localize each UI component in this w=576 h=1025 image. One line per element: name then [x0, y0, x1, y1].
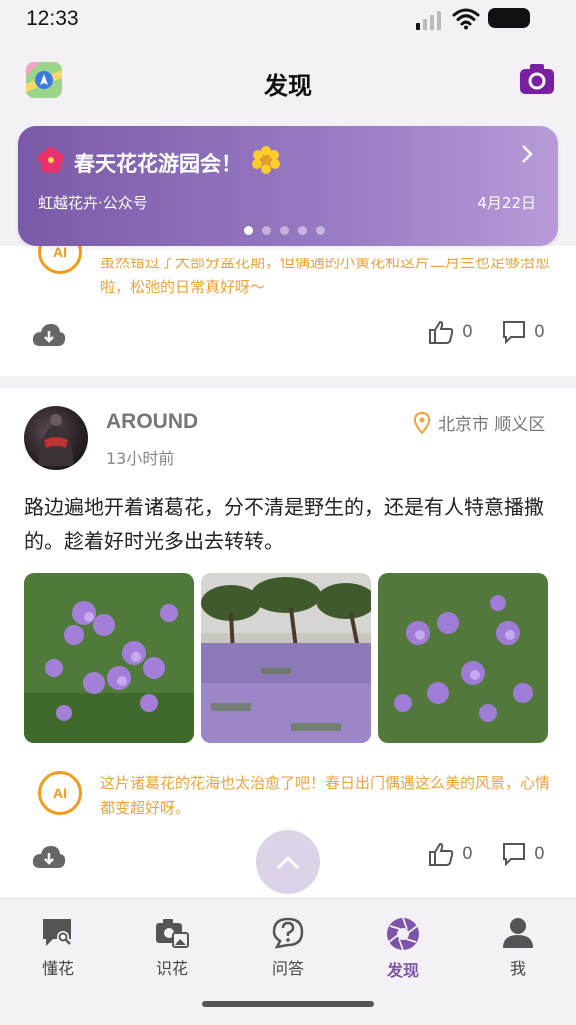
thumbs-up-icon — [429, 320, 454, 344]
ai-comment-text: 虽然错过了大部分盆花期，但偶遇的小黄花和这片二月兰也足够治愈啦，松弛的日常真好呀… — [100, 253, 551, 296]
cloud-download-icon[interactable] — [32, 322, 66, 348]
like-count: 0 — [462, 844, 473, 864]
sunflower-icon — [252, 146, 280, 180]
post-time: 13小时前 — [106, 449, 175, 468]
hibiscus-icon — [38, 147, 64, 179]
comment-button[interactable]: 0 — [502, 320, 545, 344]
camera-image-icon — [156, 919, 189, 948]
ai-comment-text: 这片诸葛花的花海也太治愈了吧！春日出门偶遇这么美的风景，心情都变超好呀。 — [100, 774, 551, 817]
tab-fa-xian[interactable]: 发现 — [363, 917, 443, 981]
promo-banner[interactable]: 春天花花游园会！ 虹越花卉·公众号 4月22日 — [18, 126, 558, 246]
like-count: 0 — [462, 322, 473, 342]
post-card: AROUND 13小时前 北京市 顺义区 路边遍地开着诸葛花，分不清是野生的，还… — [0, 388, 576, 898]
banner-title-row: 春天花花游园会！ — [38, 146, 280, 180]
carousel-dot[interactable] — [244, 226, 253, 235]
ai-comment-row: AI — [38, 771, 82, 815]
tab-label: 我 — [509, 959, 526, 978]
signal-icon — [416, 11, 441, 30]
chat-search-icon — [43, 919, 71, 946]
home-indicator — [202, 1001, 374, 1007]
battery-icon — [488, 8, 530, 28]
chevron-up-icon — [277, 855, 299, 869]
avatar[interactable] — [24, 406, 88, 470]
like-button[interactable]: 0 — [428, 842, 473, 866]
chevron-right-icon[interactable] — [520, 144, 534, 170]
status-time: 12:33 — [26, 7, 79, 30]
tab-wo[interactable]: 我 — [478, 917, 558, 979]
comment-icon — [503, 321, 525, 344]
thumbs-up-icon — [429, 842, 454, 866]
post-body: 路边遍地开着诸葛花，分不清是野生的，还是有人特意播撒的。趁着好时光多出去转转。 — [24, 495, 544, 553]
status-bar: 12:33 — [0, 0, 576, 40]
tab-shi-hua[interactable]: 识花 — [132, 917, 212, 979]
carousel-dot[interactable] — [280, 226, 289, 235]
bottom-tab-bar: 懂花 识花 问答 发现 我 — [0, 898, 576, 1025]
post-photo[interactable] — [378, 573, 548, 743]
photo-grid — [24, 573, 548, 743]
tab-wen-da[interactable]: 问答 — [248, 917, 328, 979]
ai-badge-icon: AI — [38, 771, 82, 815]
comment-count: 0 — [534, 322, 545, 342]
banner-title: 春天花花游园会！ — [74, 152, 242, 176]
post-location: 北京市 顺义区 — [414, 410, 545, 435]
scroll-to-top-button[interactable] — [256, 830, 320, 894]
aperture-icon — [387, 917, 419, 951]
like-button[interactable]: 0 — [428, 320, 473, 344]
post-actions: 0 0 — [0, 316, 576, 356]
comment-icon — [503, 843, 525, 866]
wifi-icon — [452, 8, 480, 30]
post-photo[interactable] — [201, 573, 371, 743]
tab-label: 识花 — [155, 959, 188, 978]
tab-label: 问答 — [271, 959, 304, 978]
post-card: AI 虽然错过了大部分盆花期，但偶遇的小黄花和这片二月兰也足够治愈啦，松弛的日常… — [0, 230, 576, 376]
page-title: 发现 — [264, 72, 312, 100]
post-photo[interactable] — [24, 573, 194, 743]
carousel-dot[interactable] — [316, 226, 325, 235]
comment-button[interactable]: 0 — [502, 842, 545, 866]
tab-label: 懂花 — [41, 959, 74, 978]
location-text: 北京市 顺义区 — [438, 415, 546, 435]
location-pin-icon — [414, 411, 430, 434]
banner-source: 虹越花卉·公众号 — [38, 194, 148, 212]
carousel-dot[interactable] — [262, 226, 271, 235]
question-icon — [272, 917, 304, 949]
post-username[interactable]: AROUND — [106, 410, 198, 434]
camera-icon[interactable] — [520, 64, 554, 94]
header: 发现 — [0, 40, 576, 126]
carousel-dots — [244, 226, 325, 235]
comment-count: 0 — [534, 844, 545, 864]
tab-label: 发现 — [386, 961, 419, 980]
banner-date: 4月22日 — [477, 194, 536, 212]
carousel-dot[interactable] — [298, 226, 307, 235]
person-icon — [503, 918, 533, 948]
cloud-download-icon[interactable] — [32, 844, 66, 870]
tab-dong-hua[interactable]: 懂花 — [18, 917, 98, 979]
